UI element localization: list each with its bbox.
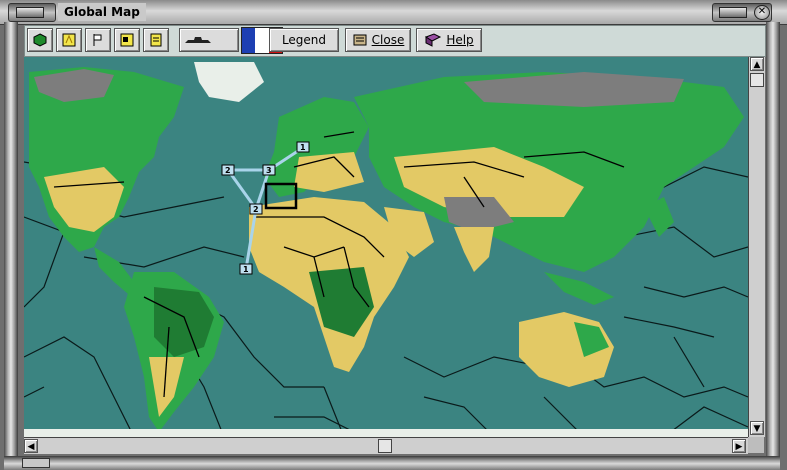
- close-button[interactable]: Close: [345, 28, 411, 52]
- title-bar[interactable]: Global Map ✕: [0, 0, 787, 25]
- close-icon[interactable]: ✕: [754, 5, 770, 20]
- cities-icon: [120, 33, 134, 47]
- terrain-icon: [33, 33, 47, 47]
- help-button[interactable]: Help: [416, 28, 482, 52]
- legend-label: Legend: [281, 33, 327, 47]
- scrollbar-corner: [748, 437, 764, 453]
- minimize-button[interactable]: [8, 3, 56, 22]
- legend-button[interactable]: Legend: [269, 28, 339, 52]
- list-icon: [150, 33, 162, 47]
- cities-filter-button[interactable]: [114, 28, 140, 52]
- help-book-icon: [425, 33, 442, 47]
- help-label: Help: [446, 33, 474, 47]
- landmass-antarctica: [24, 429, 748, 437]
- route-marker-label: 3: [266, 166, 272, 175]
- global-map-window: Global Map ✕ Legend Close Help 2 3 1 2 1…: [0, 0, 787, 470]
- route-marker-label: 1: [300, 143, 306, 152]
- world-map-canvas: 2 3 1 2 1: [24, 57, 748, 437]
- route-marker-label: 1: [243, 265, 249, 274]
- frame-bottom: [4, 456, 780, 470]
- close-label: Close: [371, 33, 405, 47]
- vertical-scrollbar[interactable]: ▲ ▼: [748, 57, 765, 437]
- vertical-scroll-thumb[interactable]: [750, 73, 764, 87]
- horizontal-scrollbar[interactable]: ◀ ▶: [24, 437, 748, 454]
- close-scroll-icon: [353, 34, 367, 46]
- resources-icon: [62, 33, 76, 47]
- scroll-right-arrow[interactable]: ▶: [732, 439, 746, 453]
- terrain-filter-button[interactable]: [27, 28, 53, 52]
- flags-filter-button[interactable]: [85, 28, 111, 52]
- resources-filter-button[interactable]: [56, 28, 82, 52]
- horizontal-scroll-thumb[interactable]: [378, 439, 392, 453]
- window-title: Global Map: [58, 3, 146, 21]
- scroll-up-arrow[interactable]: ▲: [750, 57, 764, 71]
- world-map[interactable]: 2 3 1 2 1: [24, 57, 748, 437]
- unit-selector-button[interactable]: [179, 28, 239, 52]
- scroll-down-arrow[interactable]: ▼: [750, 421, 764, 435]
- flag-stripe-blue: [242, 28, 256, 53]
- resize-grip[interactable]: [22, 458, 50, 468]
- unit-icon: [185, 37, 211, 43]
- toolbar: Legend Close Help: [24, 25, 766, 57]
- flag-stripe-white: [255, 28, 269, 53]
- frame-right: [766, 22, 780, 458]
- route-marker-label: 2: [253, 205, 259, 214]
- flag-icon: [93, 34, 102, 46]
- frame-left: [4, 22, 18, 458]
- scroll-left-arrow[interactable]: ◀: [24, 439, 38, 453]
- list-filter-button[interactable]: [143, 28, 169, 52]
- route-marker-label: 2: [225, 166, 231, 175]
